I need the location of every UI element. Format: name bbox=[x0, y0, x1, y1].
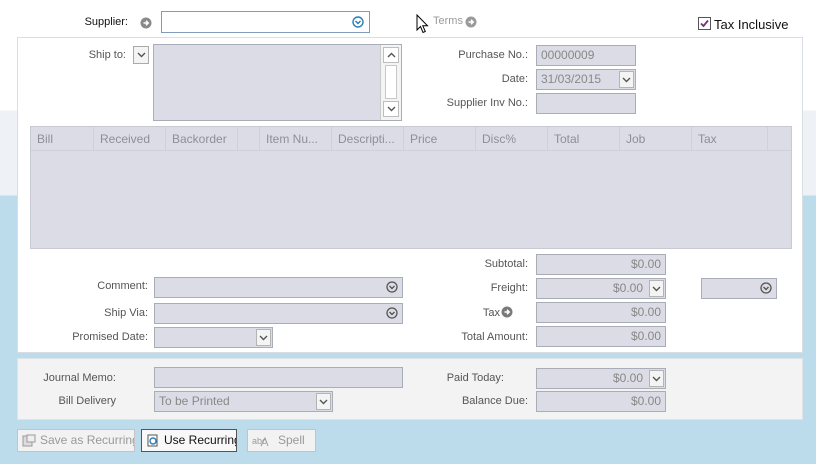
ship-via-dropdown-icon[interactable] bbox=[386, 307, 398, 319]
paid-today-field[interactable]: $0.00 bbox=[536, 368, 666, 389]
column-header[interactable]: Bill bbox=[31, 127, 94, 151]
chevron-down-icon bbox=[137, 52, 146, 58]
ship-via-field[interactable] bbox=[154, 303, 403, 324]
column-header[interactable]: Total bbox=[548, 127, 620, 151]
balance-due-label: Balance Due: bbox=[461, 395, 528, 407]
promised-date-dropdown-button[interactable] bbox=[256, 329, 271, 346]
scroll-thumb[interactable] bbox=[385, 65, 397, 99]
column-header[interactable]: Descripti... bbox=[332, 127, 404, 151]
journal-memo-field[interactable] bbox=[154, 367, 403, 388]
subtotal-value: $0.00 bbox=[536, 254, 666, 275]
comment-label: Comment: bbox=[97, 280, 148, 292]
balance-due-value: $0.00 bbox=[536, 391, 666, 412]
comment-dropdown-icon[interactable] bbox=[386, 281, 398, 293]
chevron-down-icon bbox=[319, 399, 328, 404]
column-header[interactable]: Disc% bbox=[476, 127, 548, 151]
comment-field[interactable] bbox=[154, 277, 403, 298]
spell-check-icon: abc bbox=[252, 436, 269, 447]
footer-panel bbox=[17, 358, 803, 420]
tax-value: $0.00 bbox=[536, 302, 666, 323]
table-header: Bill Received Backorder Item Nu... Descr… bbox=[31, 127, 791, 151]
chevron-down-icon bbox=[387, 106, 395, 112]
supplier-dropdown-icon[interactable] bbox=[352, 16, 364, 28]
use-recurring-icon bbox=[147, 434, 158, 447]
supplier-inv-field[interactable] bbox=[536, 93, 636, 114]
date-label: Date: bbox=[501, 73, 528, 85]
paid-today-label: Paid Today: bbox=[446, 372, 504, 384]
use-recurring-label: Use Recurring bbox=[164, 433, 237, 447]
tax-inclusive-label: Tax Inclusive bbox=[714, 17, 789, 32]
supplier-label: Supplier: bbox=[84, 16, 128, 28]
bill-delivery-dropdown-button[interactable] bbox=[316, 393, 331, 410]
journal-memo-label: Journal Memo: bbox=[43, 372, 116, 384]
column-header[interactable]: Received bbox=[94, 127, 166, 151]
freight-field[interactable]: $0.00 bbox=[536, 278, 666, 299]
total-amount-value: $0.00 bbox=[536, 326, 666, 347]
tax-inclusive-checkbox[interactable] bbox=[698, 17, 711, 30]
save-as-recurring-button[interactable]: Save as Recurring bbox=[17, 429, 135, 452]
ship-to-dropdown[interactable] bbox=[133, 46, 149, 64]
freight-dropdown-button[interactable] bbox=[649, 280, 664, 297]
column-header[interactable]: Backorder bbox=[166, 127, 238, 151]
spell-label: Spell bbox=[278, 433, 305, 447]
ship-via-label: Ship Via: bbox=[104, 307, 148, 319]
ship-to-label: Ship to: bbox=[88, 49, 126, 61]
supplier-link-arrow-icon[interactable] bbox=[140, 17, 152, 29]
save-as-recurring-label: Save as Recurring bbox=[40, 433, 135, 447]
tax-arrow-icon[interactable] bbox=[501, 306, 513, 318]
scroll-up-button[interactable] bbox=[383, 47, 399, 63]
chevron-down-icon bbox=[652, 286, 661, 291]
chevron-down-icon bbox=[259, 335, 268, 340]
bill-delivery-label: Bill Delivery bbox=[58, 395, 116, 407]
column-header[interactable]: Tax bbox=[692, 127, 768, 151]
column-header[interactable]: Price bbox=[404, 127, 476, 151]
checkmark-icon bbox=[700, 19, 709, 28]
date-value: 31/03/2015 bbox=[541, 72, 602, 86]
supplier-input[interactable] bbox=[161, 11, 370, 33]
total-amount-label: Total Amount: bbox=[461, 331, 528, 343]
ship-to-address-textarea[interactable] bbox=[153, 44, 402, 121]
save-recurring-icon bbox=[22, 434, 36, 447]
spell-button[interactable]: abc Spell bbox=[247, 429, 316, 452]
scroll-down-button[interactable] bbox=[383, 101, 399, 117]
column-header[interactable]: Job bbox=[620, 127, 692, 151]
freight-tax-dropdown-icon[interactable] bbox=[760, 282, 772, 294]
chevron-down-icon bbox=[652, 376, 661, 381]
bill-delivery-value: To be Printed bbox=[159, 394, 230, 408]
terms-link[interactable]: Terms bbox=[433, 15, 463, 27]
terms-arrow-icon[interactable] bbox=[465, 16, 477, 28]
mouse-cursor-icon bbox=[416, 14, 429, 34]
freight-label: Freight: bbox=[490, 282, 528, 294]
ship-to-scrollbar[interactable] bbox=[380, 45, 401, 120]
column-header[interactable]: Item Nu... bbox=[260, 127, 332, 151]
date-dropdown-button[interactable] bbox=[619, 71, 634, 88]
purchase-no-label: Purchase No.: bbox=[458, 49, 528, 61]
paid-today-dropdown-button[interactable] bbox=[649, 370, 664, 387]
use-recurring-button[interactable]: Use Recurring bbox=[141, 429, 237, 452]
paid-today-value: $0.00 bbox=[612, 371, 643, 385]
chevron-up-icon bbox=[387, 52, 395, 58]
promised-date-field[interactable] bbox=[154, 327, 273, 348]
subtotal-label: Subtotal: bbox=[484, 258, 528, 270]
purchase-no-field[interactable]: 00000009 bbox=[536, 45, 636, 66]
column-header[interactable] bbox=[238, 127, 260, 151]
tax-label: Tax bbox=[482, 307, 500, 319]
date-field[interactable]: 31/03/2015 bbox=[536, 69, 636, 90]
freight-tax-code-field[interactable] bbox=[701, 278, 777, 299]
line-items-table[interactable]: Bill Received Backorder Item Nu... Descr… bbox=[30, 126, 792, 249]
chevron-down-icon bbox=[622, 77, 631, 82]
bill-delivery-select[interactable]: To be Printed bbox=[154, 391, 333, 412]
promised-date-label: Promised Date: bbox=[72, 331, 148, 343]
supplier-inv-label: Supplier Inv No.: bbox=[446, 97, 528, 109]
freight-value: $0.00 bbox=[612, 281, 643, 295]
